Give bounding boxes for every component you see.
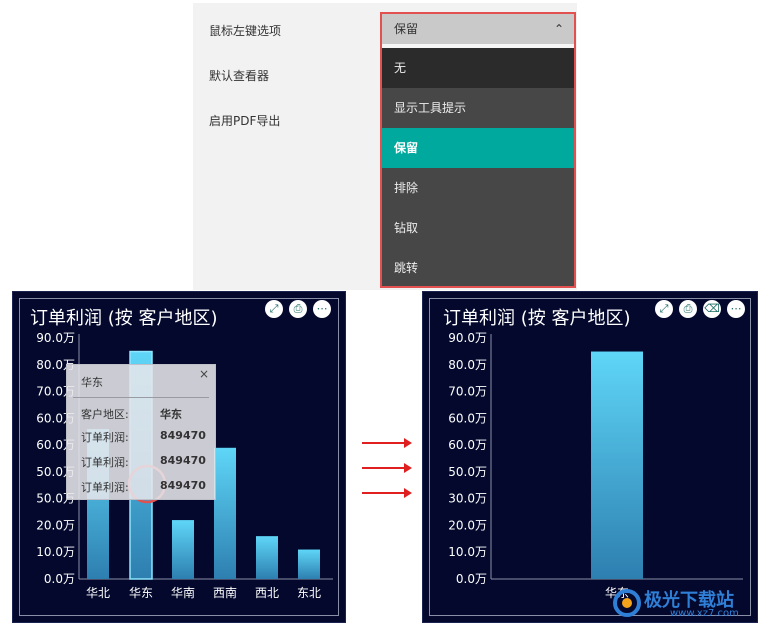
option-show-tooltip[interactable]: 显示工具提示 [382,88,574,128]
tooltip-title: 华东 [81,376,103,389]
y-tick-label: 70.0万 [448,385,487,399]
y-tick-label: 0.0万 [44,572,75,586]
arrow-icon [362,438,412,448]
selected-value-text: 保留 [394,22,419,36]
x-tick-label: 西南 [213,585,237,600]
enable-pdf-export-label: 启用PDF导出 [209,114,281,128]
option-none[interactable]: 无 [382,48,574,88]
bar [172,520,194,579]
right-chart-panel: 订单利润 (按 客户地区) ⤢ ⎙ ⌫ ⋯ 0.0万 10.0万 20.0万 30.0… [422,291,758,623]
aurora-logo-icon [613,589,641,617]
y-tick-label: 10.0万 [36,545,75,559]
y-tick-label: 90.0万 [36,331,75,345]
y-tick-label: 80.0万 [448,358,487,372]
y-tick-label: 60.0万 [448,438,487,452]
x-tick-label: 东北 [297,586,321,600]
tooltip-row-label: 订单利润: [81,456,129,469]
y-tick-label: 0.0万 [456,572,487,586]
chart-tooltip: 华东 × 客户地区: 华东 订单利润: 849470 订单利润: 849470 … [66,364,216,500]
arrow-icon [362,488,412,498]
y-tick-label: 20.0万 [448,518,487,532]
arrow-icon [362,463,412,473]
y-tick-label: 10.0万 [448,545,487,559]
dropdown-selected-value[interactable]: 保留 ⌃ [382,14,574,44]
y-tick-label: 60.0万 [448,411,487,425]
y-tick-label: 30.0万 [448,492,487,506]
default-viewer-label: 默认查看器 [209,69,270,83]
tooltip-divider [73,397,209,398]
bar [591,351,643,579]
chevron-up-icon[interactable]: ⌃ [554,14,564,44]
x-tick-label: 华北 [86,586,110,600]
tooltip-row-value: 849470 [160,429,206,442]
tooltip-row-label: 客户地区: [81,408,129,421]
x-tick-label: 西北 [255,586,279,600]
watermark-url: www.xz7.com [670,608,739,619]
option-drill[interactable]: 钻取 [382,208,574,248]
tooltip-row-label: 订单利润: [81,431,129,444]
watermark: 极光下载站 www.xz7.com [610,584,760,624]
bar [256,536,278,579]
y-tick-label: 90.0万 [448,331,487,345]
y-tick-label: 50.0万 [448,465,487,479]
tooltip-row-label: 订单利润: [81,481,129,494]
left-click-option-label: 鼠标左键选项 [209,24,282,38]
option-exclude[interactable]: 排除 [382,168,574,208]
tooltip-row-value: 849470 [160,454,206,467]
close-icon[interactable]: × [199,367,209,381]
option-keep[interactable]: 保留 [382,128,574,168]
y-tick-label: 20.0万 [36,518,75,532]
tooltip-row-value: 华东 [160,408,182,421]
x-tick-label: 华南 [171,585,195,600]
x-tick-label: 华东 [129,586,153,600]
left-click-option-dropdown[interactable]: 保留 ⌃ 无 显示工具提示 保留 排除 钻取 跳转 [380,12,576,288]
right-chart-svg: 0.0万 10.0万 20.0万 30.0万 50.0万 60.0万 60.0万 70.0万 8… [448,331,743,600]
tooltip-row-value: 849470 [160,479,206,492]
option-jump[interactable]: 跳转 [382,248,574,288]
bar [298,549,320,579]
bar [214,447,236,579]
